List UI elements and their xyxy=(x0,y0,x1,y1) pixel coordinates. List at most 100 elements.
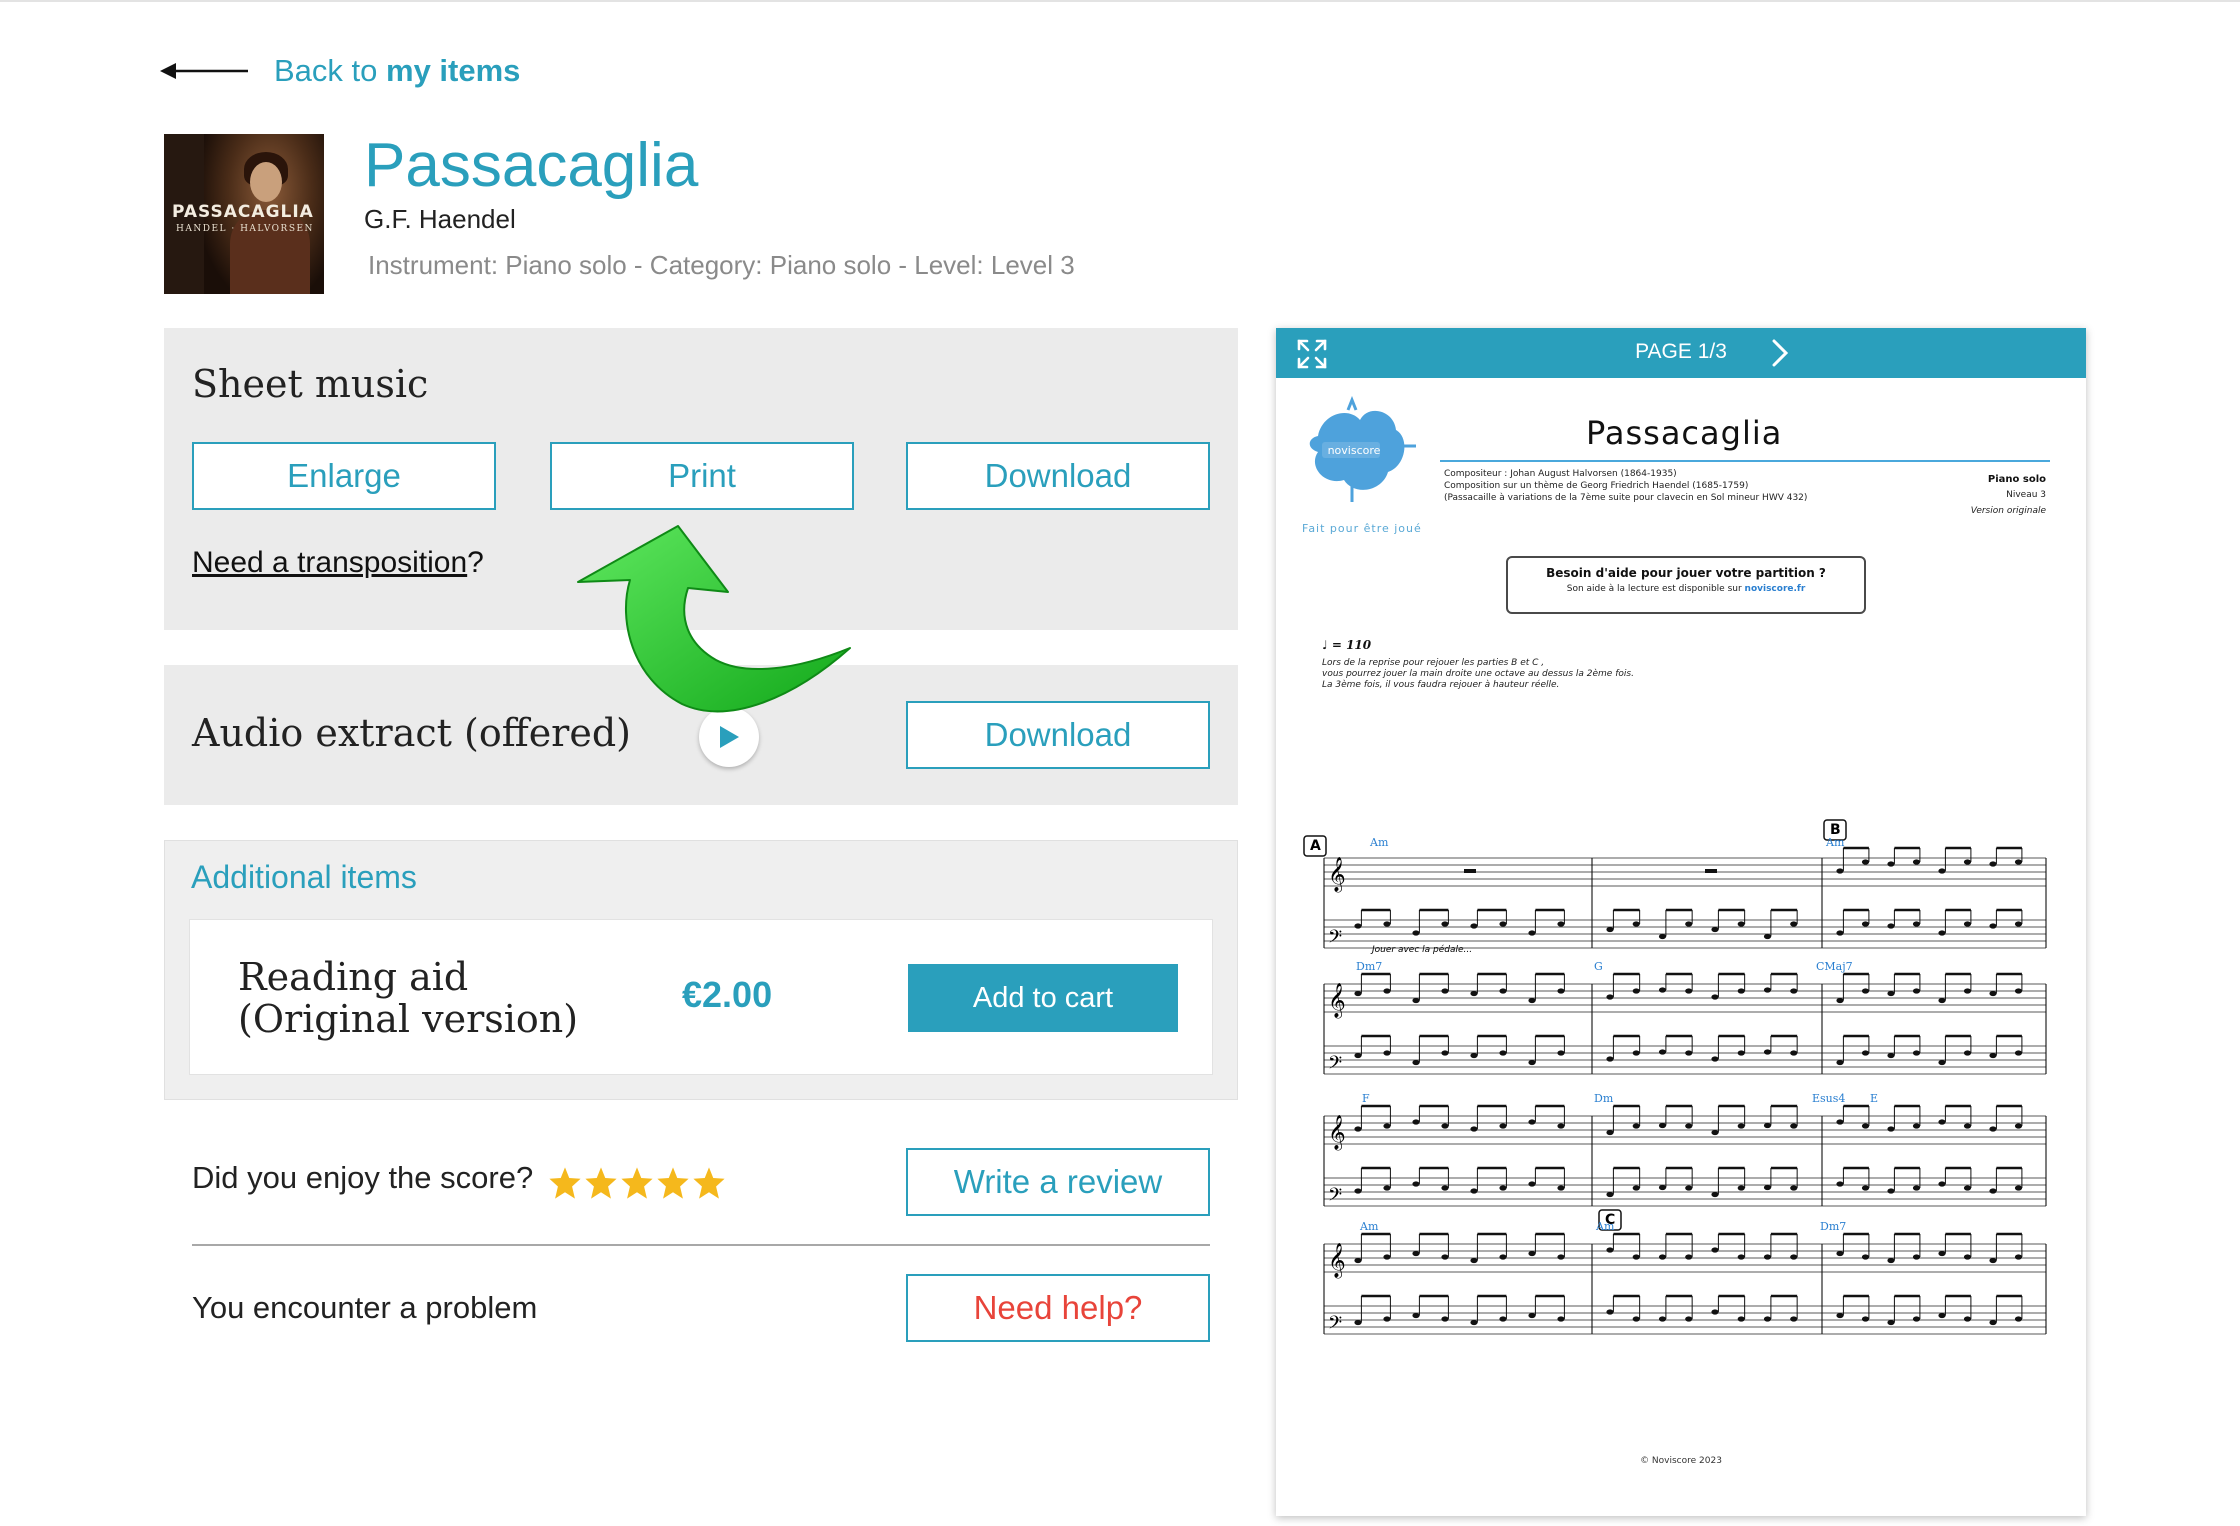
note-head xyxy=(1412,1119,1420,1125)
note-head xyxy=(1912,1050,1921,1056)
chevron-right-icon[interactable] xyxy=(1766,338,1794,368)
note-head xyxy=(1763,1184,1772,1191)
note-head xyxy=(1861,859,1870,865)
note-head xyxy=(1912,1123,1921,1129)
star-rating[interactable] xyxy=(548,1166,726,1200)
note-head xyxy=(1354,990,1362,997)
note-head xyxy=(1836,1059,1844,1066)
note-head xyxy=(2014,859,2023,865)
add-to-cart-button[interactable]: Add to cart xyxy=(908,964,1178,1032)
note-head xyxy=(1441,1123,1449,1129)
note-head xyxy=(1711,1056,1719,1062)
star-icon[interactable] xyxy=(656,1166,690,1200)
star-icon[interactable] xyxy=(548,1166,582,1200)
note-head xyxy=(1470,1257,1478,1264)
note-head xyxy=(1887,990,1895,997)
note-head xyxy=(1963,1185,1972,1191)
note-head xyxy=(1441,1050,1449,1056)
score-title: Passacaglia xyxy=(1586,414,1783,452)
note-head xyxy=(1912,1254,1921,1260)
note-head xyxy=(1499,921,1507,927)
performance-instructions: Lors de la reprise pour rejouer les part… xyxy=(1322,658,1702,691)
transposition-question-mark: ? xyxy=(467,546,484,579)
note-head xyxy=(1383,988,1391,994)
chord-symbol: F xyxy=(1362,1092,1370,1105)
bass-clef: 𝄢 xyxy=(1328,1185,1342,1210)
note-head xyxy=(1499,988,1507,994)
note-head xyxy=(1606,1191,1614,1198)
note-head xyxy=(2014,1123,2023,1129)
print-button[interactable]: Print xyxy=(550,442,854,510)
score-level: Niveau 3 xyxy=(2006,490,2046,500)
note-head xyxy=(1887,923,1895,929)
note-head xyxy=(2014,1185,2023,1191)
note-head xyxy=(1470,1188,1478,1194)
note-head xyxy=(1632,921,1640,927)
note-head xyxy=(2014,1050,2023,1056)
need-help-button[interactable]: Need help? xyxy=(906,1274,1210,1342)
reading-help-text: Son aide à la lecture est disponible sur… xyxy=(1508,584,1864,594)
note-head xyxy=(1836,997,1844,1004)
chord-symbol: Dm xyxy=(1594,1092,1614,1105)
star-icon[interactable] xyxy=(584,1166,618,1200)
note-head xyxy=(1989,1257,1997,1264)
treble-clef: 𝄞 xyxy=(1328,1243,1346,1279)
note-head xyxy=(1790,1123,1798,1129)
note-head xyxy=(1412,1059,1420,1066)
note-head xyxy=(1383,1185,1391,1191)
back-link[interactable]: Back to my items xyxy=(160,48,520,94)
note-head xyxy=(1989,990,1997,997)
chord-symbol: Am xyxy=(1595,1220,1615,1233)
note-head xyxy=(1938,1312,1946,1319)
note-head xyxy=(1354,1126,1362,1132)
enlarge-button[interactable]: Enlarge xyxy=(192,442,496,510)
note-head xyxy=(1963,1123,1972,1129)
note-head xyxy=(1861,988,1870,994)
cover-figure-dress xyxy=(230,210,310,294)
note-head xyxy=(1685,1050,1693,1056)
note-head xyxy=(2014,1316,2023,1322)
note-head xyxy=(1887,1052,1895,1059)
sheet-download-button[interactable]: Download xyxy=(906,442,1210,510)
note-head xyxy=(1632,1316,1640,1322)
note-head xyxy=(1354,923,1362,929)
note-head xyxy=(1528,930,1536,936)
note-head xyxy=(1383,1050,1391,1056)
star-icon[interactable] xyxy=(620,1166,654,1200)
note-head xyxy=(1412,1181,1420,1187)
additional-item-price: €2.00 xyxy=(682,974,773,1015)
note-head xyxy=(1887,1319,1895,1326)
enjoy-question: Did you enjoy the score? xyxy=(192,1160,534,1195)
note-head xyxy=(1354,1257,1362,1264)
note-head xyxy=(1836,1181,1844,1187)
score-copyright: © Noviscore 2023 xyxy=(1640,1456,1722,1466)
transposition-link-text[interactable]: Need a transposition xyxy=(192,546,467,579)
note-head xyxy=(1989,861,1997,867)
cover-figure-face xyxy=(250,162,282,202)
note-head xyxy=(1606,926,1614,933)
note-head xyxy=(1557,988,1565,994)
note-head xyxy=(1528,1059,1536,1066)
note-head xyxy=(1763,1049,1772,1055)
score-viewer[interactable]: PAGE 1/3 noviscore Fait pour être joué P… xyxy=(1276,328,2086,1516)
back-link-text: Back to my items xyxy=(274,53,520,89)
transposition-link[interactable]: Need a transposition? xyxy=(192,546,484,580)
chord-symbol: CMaj7 xyxy=(1816,960,1853,973)
write-review-button[interactable]: Write a review xyxy=(906,1148,1210,1216)
note-head xyxy=(1711,1247,1719,1253)
star-icon[interactable] xyxy=(692,1166,726,1200)
note-head xyxy=(1528,1181,1536,1187)
note-head xyxy=(1470,990,1478,997)
note-head xyxy=(1528,1119,1536,1125)
note-head xyxy=(1737,1185,1745,1191)
note-head xyxy=(1441,1316,1449,1322)
note-head xyxy=(1354,1052,1362,1059)
problem-text: You encounter a problem xyxy=(192,1290,538,1325)
back-link-target[interactable]: my items xyxy=(386,53,520,88)
note-head xyxy=(1790,1316,1798,1322)
additional-item-name: Reading aid (Original version) xyxy=(238,955,579,1041)
audio-download-button[interactable]: Download xyxy=(906,701,1210,769)
note-head xyxy=(1528,997,1536,1004)
feedback-divider xyxy=(192,1244,1210,1246)
note-head xyxy=(1557,1254,1565,1260)
